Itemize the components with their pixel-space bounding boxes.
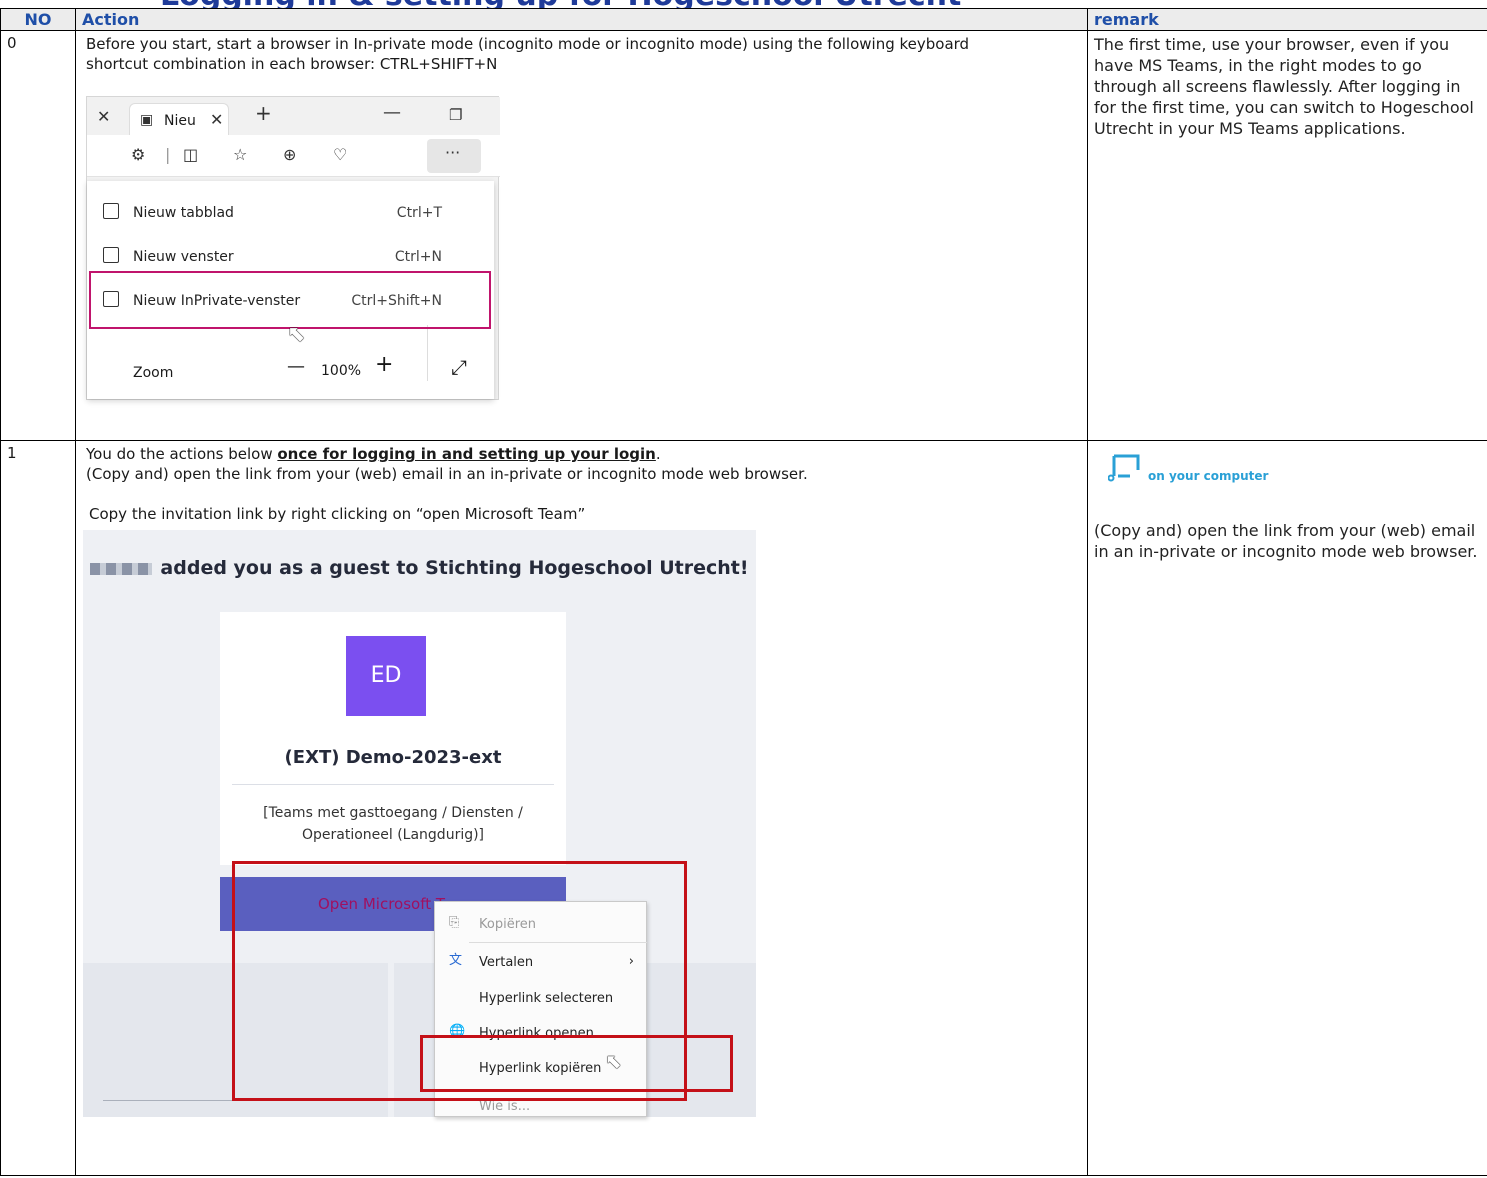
row-number: 0 [0,30,76,441]
inprivate-highlight-box [89,271,491,329]
minimize-icon: — [383,102,401,123]
plus-icon: + [255,101,272,125]
extensions-icon: ⚙ [131,145,146,164]
split-screen-icon: ◫ [183,145,199,164]
zoom-out-icon: — [287,356,305,377]
edge-tab-label: Nieu [164,113,196,129]
copy-link-highlight-box [420,1035,733,1092]
copy-instruction: Copy the invitation link by right clicki… [89,505,586,523]
header-action: Action [75,8,1088,31]
team-name: (EXT) Demo-2023-ext [284,747,502,768]
remark-cell: The first time, use your browser, even i… [1087,30,1487,441]
close-icon: ✕ [97,107,111,126]
computer-heading: on your computer [1094,444,1481,488]
blurred-name [90,562,153,575]
close-icon: ✕ [210,110,224,129]
zoom-in-icon: + [375,352,394,377]
row-number: 1 [0,440,76,1176]
computer-heading-text: on your computer [1148,469,1269,483]
action-text: Before you start, start a browser in In-… [86,35,970,73]
team-description: [Teams met gasttoegang / Diensten / Oper… [263,805,523,843]
zoom-row: Zoom — 100% + ⤢ [133,352,467,382]
edge-tab: ▣ Nieu ✕ [129,103,229,135]
edge-toolbar: ⚙ | ◫ ☆ ⊕ ♡ ··· [87,135,500,177]
action-line-2: (Copy and) open the link from your (web)… [86,465,808,483]
document-title-fragment: Logging in & setting up for Hogeschool U… [0,0,1487,8]
health-icon: ♡ [333,145,348,164]
team-card: ED (EXT) Demo-2023-ext [Teams met gastto… [220,612,566,865]
action-cell: You do the actions below once for loggin… [75,440,1088,1176]
edge-menu-screenshot: ✕ ▣ Nieu ✕ + — ❐ ⚙ | ◫ ☆ ⊕ ♡ ··· Nieuw t… [86,96,500,400]
action-cell: Before you start, start a browser in In-… [75,30,1088,441]
table-row: 1 You do the actions below once for logg… [0,440,1487,1176]
cursor-icon: ⬉ [605,1049,622,1073]
remark-text: (Copy and) open the link from your (web)… [1094,521,1478,561]
instructions-table: NO Action remark 0 Before you start, sta… [0,8,1487,1176]
restore-icon: ❐ [449,106,463,124]
tab-icon: ▣ [140,112,154,128]
cursor-icon: ⬉ [287,322,306,347]
collections-icon: ⊕ [283,145,297,164]
invitation-email-screenshot: added you as a guest to Stichting Hogesc… [83,530,756,1117]
computer-icon [1108,454,1140,482]
edge-tabbar: ✕ ▣ Nieu ✕ + — ❐ [87,97,500,135]
expand-icon: ⤢ [451,355,467,379]
favorites-icon: ☆ [233,145,248,164]
team-avatar: ED [346,636,426,716]
remark-cell: on your computer (Copy and) open the lin… [1087,440,1487,1176]
menu-item-new-tab: Nieuw tabblad Ctrl+T [87,191,494,233]
window-icon [103,247,119,263]
table-row: 0 Before you start, start a browser in I… [0,30,1487,441]
more-button: ··· [427,139,481,173]
invite-headline: added you as a guest to Stichting Hogesc… [83,558,756,578]
emphasis-text: once for logging in and setting up your … [277,445,656,463]
header-no: NO [0,8,76,31]
more-icon: ··· [445,143,461,162]
action-intro: You do the actions below once for loggin… [86,445,661,463]
header-remark: remark [1087,8,1487,31]
table-header-row: NO Action remark [0,8,1487,31]
tab-icon [103,203,119,219]
